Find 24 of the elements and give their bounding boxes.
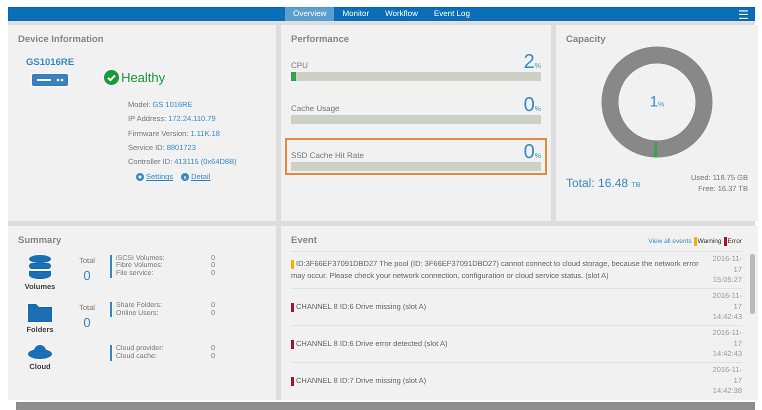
- scroll-bar: [750, 254, 755, 314]
- info-icon: [181, 173, 190, 182]
- panel-title: Summary: [18, 234, 62, 248]
- device-name: GS1016RE: [26, 56, 74, 70]
- menu-button[interactable]: ☰: [738, 8, 749, 22]
- total-value: 0: [83, 314, 91, 332]
- nav-tab[interactable]: Workflow: [377, 7, 426, 22]
- server-icon: [32, 74, 68, 86]
- gear-icon: [136, 173, 144, 182]
- nav-tab[interactable]: Overview: [285, 7, 334, 22]
- panel-title: Device Information: [18, 33, 104, 48]
- metric-label: SSD Cache Hit Rate: [291, 150, 364, 162]
- total-value: 0: [83, 266, 91, 285]
- nav-tab[interactable]: Monitor: [334, 7, 378, 22]
- folder-icon: [28, 302, 52, 322]
- metric-label: CPU: [291, 60, 308, 72]
- panel-title: Capacity: [566, 33, 606, 48]
- panel-title: Event: [291, 234, 317, 248]
- health-status: Healthy: [121, 68, 166, 87]
- nav-tab[interactable]: Event Log: [426, 7, 478, 22]
- cloud-icon: [28, 345, 52, 360]
- panel-title: Performance: [291, 33, 350, 48]
- metric-label: Cache Usage: [291, 102, 340, 115]
- database-icon: [29, 254, 51, 279]
